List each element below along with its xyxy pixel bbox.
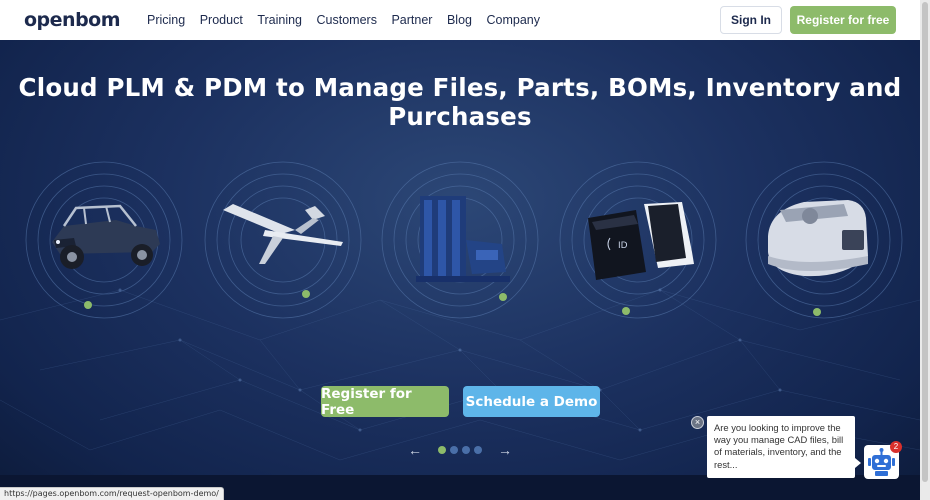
chat-close-icon[interactable]: × [691,416,704,429]
nav-link-partner[interactable]: Partner [391,13,432,27]
nav-link-pricing[interactable]: Pricing [147,13,185,27]
register-for-free-button[interactable]: Register for Free [321,386,449,418]
register-free-top-button[interactable]: Register for free [790,6,896,34]
carousel-dot-1[interactable] [438,446,446,454]
rings-graphic [204,161,362,319]
top-navbar: openbom Pricing Product Training Custome… [0,0,920,40]
sign-in-button[interactable]: Sign In [720,6,782,34]
schedule-demo-button[interactable]: Schedule a Demo [463,386,600,417]
id-device-graphic: ID [588,202,694,280]
product-machine [380,160,540,320]
product-utv [24,160,184,320]
product-lab-instrument [744,160,904,320]
carousel-prev-arrow-icon[interactable]: ← [407,442,423,458]
utv-vehicle-graphic [52,204,160,269]
rings-graphic [25,161,183,319]
product-devices: ID [558,160,718,320]
nav-link-blog[interactable]: Blog [447,13,472,27]
drone-aircraft-graphic [223,204,343,264]
nav-link-company[interactable]: Company [486,13,540,27]
industrial-machine-graphic [416,196,510,282]
product-drone [203,160,363,320]
lab-instrument-graphic [768,200,868,277]
nav-links: Pricing Product Training Customers Partn… [147,13,554,27]
product-indicator-dot [84,301,92,309]
rings-graphic [381,161,539,319]
carousel-next-arrow-icon[interactable]: → [497,442,513,458]
chat-notification-badge: 2 [890,441,902,453]
product-indicator-dot [302,290,310,298]
carousel-dot-4[interactable] [474,446,482,454]
chat-message-bubble[interactable]: Are you looking to improve the way you m… [707,416,861,478]
product-indicator-dot [499,293,507,301]
carousel-dot-3[interactable] [462,446,470,454]
hero-title: Cloud PLM & PDM to Manage Files, Parts, … [18,73,902,131]
nav-link-customers[interactable]: Customers [317,13,377,27]
scrollbar-thumb[interactable] [922,2,928,482]
svg-text:ID: ID [618,241,628,251]
nav-link-product[interactable]: Product [200,13,243,27]
rings-graphic: ID [559,161,717,319]
rings-graphic [745,161,903,319]
carousel-dot-2[interactable] [450,446,458,454]
product-indicator-dot [622,307,630,315]
product-indicator-dot [813,308,821,316]
nav-link-training[interactable]: Training [257,13,302,27]
openbom-logo[interactable]: openbom [24,9,121,31]
status-bar-url: https://pages.openbom.com/request-openbo… [0,487,224,500]
